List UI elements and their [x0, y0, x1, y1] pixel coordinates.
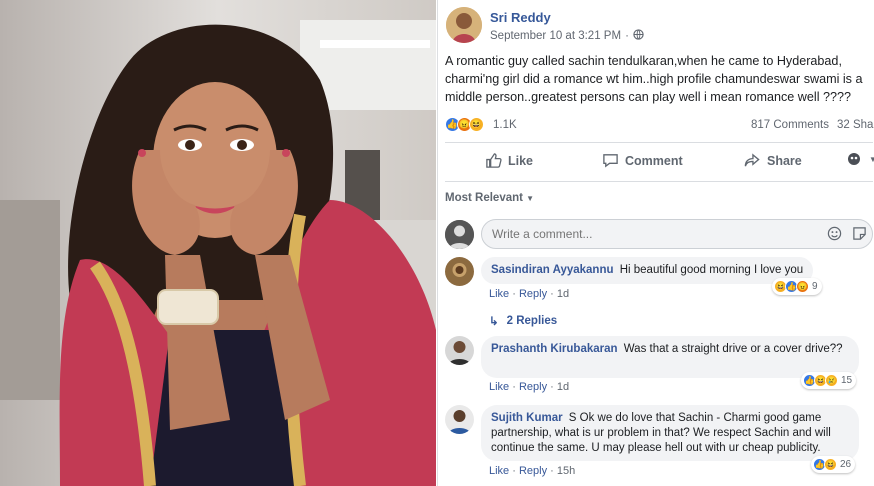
comment-reply-link[interactable]: Reply [519, 381, 547, 393]
comment-actions: Like · Reply · 1d [489, 288, 570, 300]
comment-text: Was that a straight drive or a cover dri… [623, 343, 843, 355]
post-header: Sri Reddy September 10 at 3:21 PM · [446, 7, 866, 47]
input-icons [827, 226, 867, 246]
post-meta: September 10 at 3:21 PM · [490, 29, 644, 43]
post-text: A romantic guy called sachin tendulkaran… [445, 54, 863, 104]
comment-input[interactable] [481, 219, 873, 249]
commenter-name[interactable]: Prashanth Kirubakaran [491, 343, 618, 355]
divider [445, 142, 873, 143]
comment-reactions[interactable]: 👍 😆 😢 15 [801, 372, 857, 389]
post-photo[interactable] [0, 0, 436, 486]
like-label: Like [508, 153, 534, 168]
commenter-name[interactable]: Sujith Kumar [491, 412, 563, 424]
commenter-avatar[interactable] [445, 336, 474, 365]
reply-arrow-icon: ↳ [489, 316, 499, 328]
author-name[interactable]: Sri Reddy [490, 10, 551, 25]
comment-actions: Like · Reply · 1d [489, 381, 570, 393]
commenter-name[interactable]: Sasindiran Ayyakannu [491, 264, 614, 276]
current-user-avatar [445, 220, 474, 249]
haha-reaction-icon: 😆 [824, 458, 837, 471]
share-button[interactable]: Share [743, 152, 802, 169]
comment-like-link[interactable]: Like [489, 381, 509, 393]
caret-down-icon: ▼ [526, 194, 535, 203]
write-comment-row [445, 219, 873, 249]
sad-reaction-icon: 😢 [825, 374, 838, 387]
action-bar: Like Comment Share ▼ [445, 146, 874, 176]
comment-time[interactable]: 15h [557, 465, 575, 477]
reaction-icons[interactable]: 👍 😠 😆 [445, 117, 484, 132]
comment-button[interactable]: Comment [602, 152, 683, 169]
comment-reaction-count: 15 [841, 375, 853, 386]
comment-reaction-count: 26 [840, 459, 852, 470]
shares-count[interactable]: 32 Shares [837, 119, 874, 131]
thumbs-up-icon [486, 153, 502, 168]
speech-bubble-icon [603, 154, 618, 168]
reaction-count[interactable]: 1.1K [493, 119, 517, 131]
replies-label: 2 Replies [506, 315, 558, 327]
comment-item: Sujith Kumar S Ok we do love that Sachin… [445, 405, 873, 483]
comment-reactions[interactable]: 👍 😆 26 [811, 456, 856, 473]
sticker-icon[interactable] [852, 226, 867, 246]
globe-icon [633, 29, 644, 43]
commenter-avatar[interactable] [445, 405, 474, 434]
woman-portrait-image [0, 0, 436, 486]
comment-actions: Like · Reply · 15h [489, 465, 576, 477]
comment-like-link[interactable]: Like [489, 288, 509, 300]
sort-label: Most Relevant [445, 192, 523, 204]
share-arrow-icon [744, 153, 760, 167]
comment-reaction-count: 9 [812, 281, 818, 292]
commenter-avatar[interactable] [445, 257, 474, 286]
comment-reactions[interactable]: 😆 👍 😠 9 [772, 278, 822, 295]
user-avatar-icon [848, 153, 860, 165]
meta-separator: · [625, 30, 629, 42]
comment-item: Prashanth Kirubakaran Was that a straigh… [445, 336, 873, 394]
comment-time[interactable]: 1d [557, 381, 569, 393]
emoji-icon[interactable] [827, 226, 842, 246]
comment-label: Comment [625, 153, 683, 168]
haha-reaction-icon: 😆 [469, 117, 484, 132]
chevron-down-icon: ▼ [869, 154, 874, 164]
comment-bubble: Prashanth Kirubakaran Was that a straigh… [481, 336, 859, 378]
author-avatar[interactable] [446, 7, 482, 43]
comment-bubble: Sasindiran Ayyakannu Hi beautiful good m… [481, 257, 814, 284]
comment-like-link[interactable]: Like [489, 465, 509, 477]
comment-time[interactable]: 1d [557, 288, 569, 300]
comment-sort-dropdown[interactable]: Most Relevant ▼ [445, 192, 534, 204]
divider [445, 181, 873, 182]
audience-selector[interactable]: ▼ [847, 152, 874, 166]
post-date[interactable]: September 10 at 3:21 PM [490, 30, 621, 42]
post-stats: 👍 😠 😆 1.1K 817 Comments 32 Shares [445, 117, 874, 135]
comment-reply-link[interactable]: Reply [519, 288, 547, 300]
share-label: Share [767, 153, 802, 168]
comments-count[interactable]: 817 Comments [751, 119, 829, 131]
comment-text: Hi beautiful good morning I love you [619, 264, 804, 276]
like-button[interactable]: Like [485, 152, 533, 169]
angry-reaction-icon: 😠 [796, 280, 809, 293]
view-replies-link[interactable]: ↳ 2 Replies [489, 314, 557, 328]
comment-bubble: Sujith Kumar S Ok we do love that Sachin… [481, 405, 859, 461]
comment-item: Sasindiran Ayyakannu Hi beautiful good m… [445, 257, 873, 315]
comment-reply-link[interactable]: Reply [519, 465, 547, 477]
facebook-post: Sri Reddy September 10 at 3:21 PM · A ro… [437, 0, 874, 486]
